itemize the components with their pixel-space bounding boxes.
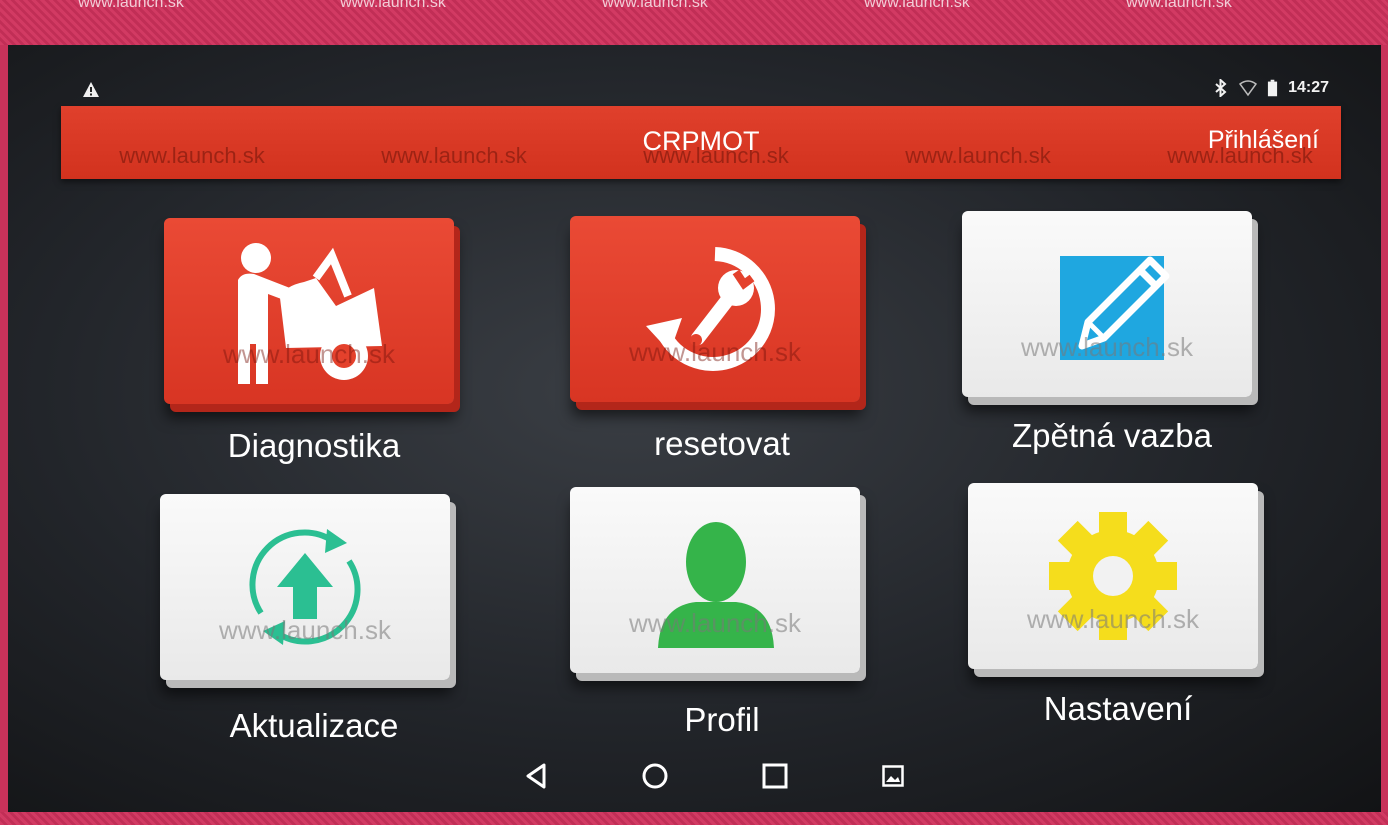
bluetooth-icon [1215,79,1227,97]
warning-icon [83,82,99,97]
tile-resetovat[interactable]: www.launch.sk [570,216,860,402]
tile-label-aktualizace[interactable]: Aktualizace [154,707,474,745]
tile-zpetna-vazba[interactable]: www.launch.sk [962,211,1252,397]
tile-label-diagnostika[interactable]: Diagnostika [154,427,474,465]
back-icon[interactable] [522,761,552,791]
home-icon[interactable] [640,761,670,791]
watermark-text: www.launch.sk [219,615,391,645]
tile-label-resetovat[interactable]: resetovat [562,425,882,463]
tile-aktualizace[interactable]: www.launch.sk [160,494,450,680]
tile-label-nastaveni[interactable]: Nastavení [958,690,1278,728]
watermark-text: www.launch.sk [1021,332,1193,362]
tile-nastaveni[interactable]: www.launch.sk [968,483,1258,669]
device-bezel-left [0,45,8,812]
watermark-text: www.launch.sk [223,339,395,369]
watermark-text: www.launch.sk [629,337,801,367]
tile-label-zpetna-vazba[interactable]: Zpětná vazba [952,417,1272,455]
login-button[interactable]: Přihlášení [1208,126,1319,155]
tablet-screen: 14:27 www.launch.sk www.launch.sk www.laun… [8,45,1381,812]
watermark-text: www.launch.sk [629,608,801,638]
device-bezel-top: www.launch.sk www.launch.sk www.launch.sk w… [0,0,1388,45]
status-bar: 14:27 [8,45,1381,103]
app-bar: www.launch.sk www.launch.sk www.launch.sk w… [61,106,1341,179]
app-title: CRPMOT [642,126,760,156]
watermark-text: www.launch.sk [1027,604,1199,634]
recents-icon[interactable] [760,761,790,791]
watermark-strip: www.launch.sk www.launch.sk www.launch.sk w… [78,0,1232,10]
device-bezel-right [1381,45,1388,812]
battery-icon [1267,79,1278,97]
tile-label-profil[interactable]: Profil [562,701,882,739]
tile-profil[interactable]: www.launch.sk [570,487,860,673]
status-icons: 14:27 [1213,78,1329,98]
tile-diagnostika[interactable]: www.launch.sk [164,218,454,404]
navigation-bar [8,745,1381,803]
screenshot-icon[interactable] [882,765,904,787]
device-bezel-bottom [0,812,1388,825]
wifi-icon [1239,80,1258,97]
status-time: 14:27 [1288,79,1329,96]
